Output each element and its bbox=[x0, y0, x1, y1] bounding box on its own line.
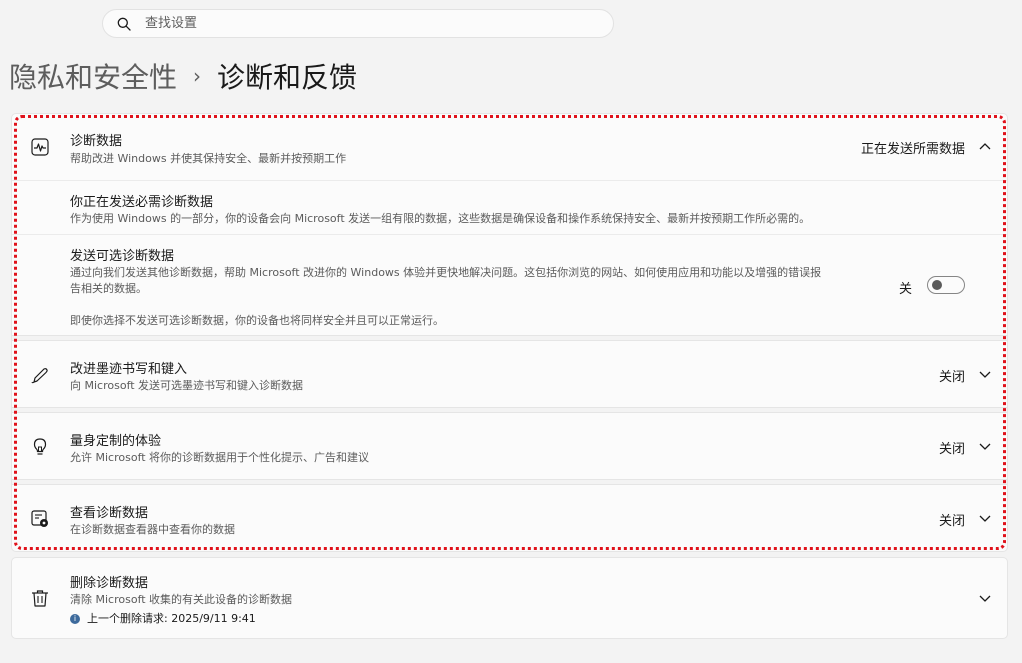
data-viewer-icon bbox=[31, 510, 48, 527]
delete-last-request: i 上一个删除请求: 2025/9/11 9:41 bbox=[70, 610, 256, 626]
view-data-title: 查看诊断数据 bbox=[70, 506, 149, 521]
diagnostic-data-title: 诊断数据 bbox=[70, 134, 123, 149]
search-input[interactable] bbox=[143, 15, 587, 32]
view-data-status: 关闭 bbox=[938, 514, 965, 529]
view-diagnostic-data-row[interactable]: 查看诊断数据 在诊断数据查看器中查看你的数据 关闭 bbox=[12, 485, 1007, 551]
inking-typing-row[interactable]: 改进墨迹书写和键入 向 Microsoft 发送可选墨迹书写和键入诊断数据 关闭 bbox=[12, 341, 1007, 407]
tailored-subtitle: 允许 Microsoft 将你的诊断数据用于个性化提示、广告和建议 bbox=[70, 451, 370, 464]
optional-data-description-line1: 通过向我们发送其他诊断数据，帮助 Microsoft 改进你的 Windows … bbox=[70, 266, 822, 279]
delete-data-subtitle: 清除 Microsoft 收集的有关此设备的诊断数据 bbox=[70, 593, 293, 606]
breadcrumb-separator-icon: › bbox=[193, 64, 202, 88]
chevron-down-icon[interactable] bbox=[979, 443, 991, 451]
breadcrumb: 隐私和安全性 › 诊断和反馈 bbox=[9, 56, 357, 96]
inking-title: 改进墨迹书写和键入 bbox=[70, 362, 188, 377]
breadcrumb-parent[interactable]: 隐私和安全性 bbox=[9, 56, 177, 96]
optional-data-note: 即使你选择不发送可选诊断数据，你的设备也将同样安全并且可以正常运行。 bbox=[70, 314, 444, 327]
delete-diagnostic-data-row[interactable]: 删除诊断数据 清除 Microsoft 收集的有关此设备的诊断数据 i 上一个删除… bbox=[11, 557, 1008, 639]
optional-data-description-line2: 告相关的数据。 bbox=[70, 282, 147, 295]
chevron-down-icon[interactable] bbox=[979, 595, 991, 603]
inking-status: 关闭 bbox=[938, 370, 965, 385]
optional-data-title: 发送可选诊断数据 bbox=[70, 249, 175, 264]
chevron-down-icon[interactable] bbox=[979, 515, 991, 523]
delete-last-request-text: 上一个删除请求: 2025/9/11 9:41 bbox=[87, 612, 256, 625]
search-icon bbox=[117, 17, 131, 31]
page-title: 诊断和反馈 bbox=[217, 61, 358, 94]
chevron-down-icon[interactable] bbox=[979, 371, 991, 379]
pen-icon bbox=[31, 368, 48, 384]
info-icon: i bbox=[70, 614, 80, 624]
tailored-title: 量身定制的体验 bbox=[70, 434, 162, 449]
required-data-description: 作为使用 Windows 的一部分，你的设备会向 Microsoft 发送一组有… bbox=[70, 212, 811, 225]
tailored-status: 关闭 bbox=[938, 442, 965, 457]
search-box[interactable] bbox=[102, 9, 614, 38]
required-data-title: 你正在发送必需诊断数据 bbox=[70, 195, 214, 210]
required-diagnostic-data: 你正在发送必需诊断数据 作为使用 Windows 的一部分，你的设备会向 Mic… bbox=[12, 181, 1007, 233]
optional-data-toggle[interactable] bbox=[927, 276, 965, 294]
diagnostics-settings-panel: 诊断数据 帮助改进 Windows 并使其保持安全、最新并按预期工作 正在发送所… bbox=[11, 113, 1008, 552]
optional-diagnostic-data: 发送可选诊断数据 通过向我们发送其他诊断数据，帮助 Microsoft 改进你的… bbox=[12, 235, 1007, 335]
trash-icon bbox=[32, 590, 48, 607]
delete-data-title: 删除诊断数据 bbox=[70, 576, 149, 591]
view-data-subtitle: 在诊断数据查看器中查看你的数据 bbox=[70, 523, 235, 536]
chevron-up-icon[interactable] bbox=[979, 142, 991, 150]
diagnostic-data-header[interactable]: 诊断数据 帮助改进 Windows 并使其保持安全、最新并按预期工作 正在发送所… bbox=[12, 114, 1007, 180]
inking-subtitle: 向 Microsoft 发送可选墨迹书写和键入诊断数据 bbox=[70, 379, 304, 392]
optional-data-toggle-label: 关 bbox=[898, 282, 912, 297]
lightbulb-icon bbox=[33, 438, 47, 455]
activity-icon bbox=[31, 138, 49, 156]
diagnostic-data-status: 正在发送所需数据 bbox=[860, 142, 965, 157]
diagnostic-data-subtitle: 帮助改进 Windows 并使其保持安全、最新并按预期工作 bbox=[70, 152, 347, 165]
tailored-experience-row[interactable]: 量身定制的体验 允许 Microsoft 将你的诊断数据用于个性化提示、广告和建… bbox=[12, 413, 1007, 479]
